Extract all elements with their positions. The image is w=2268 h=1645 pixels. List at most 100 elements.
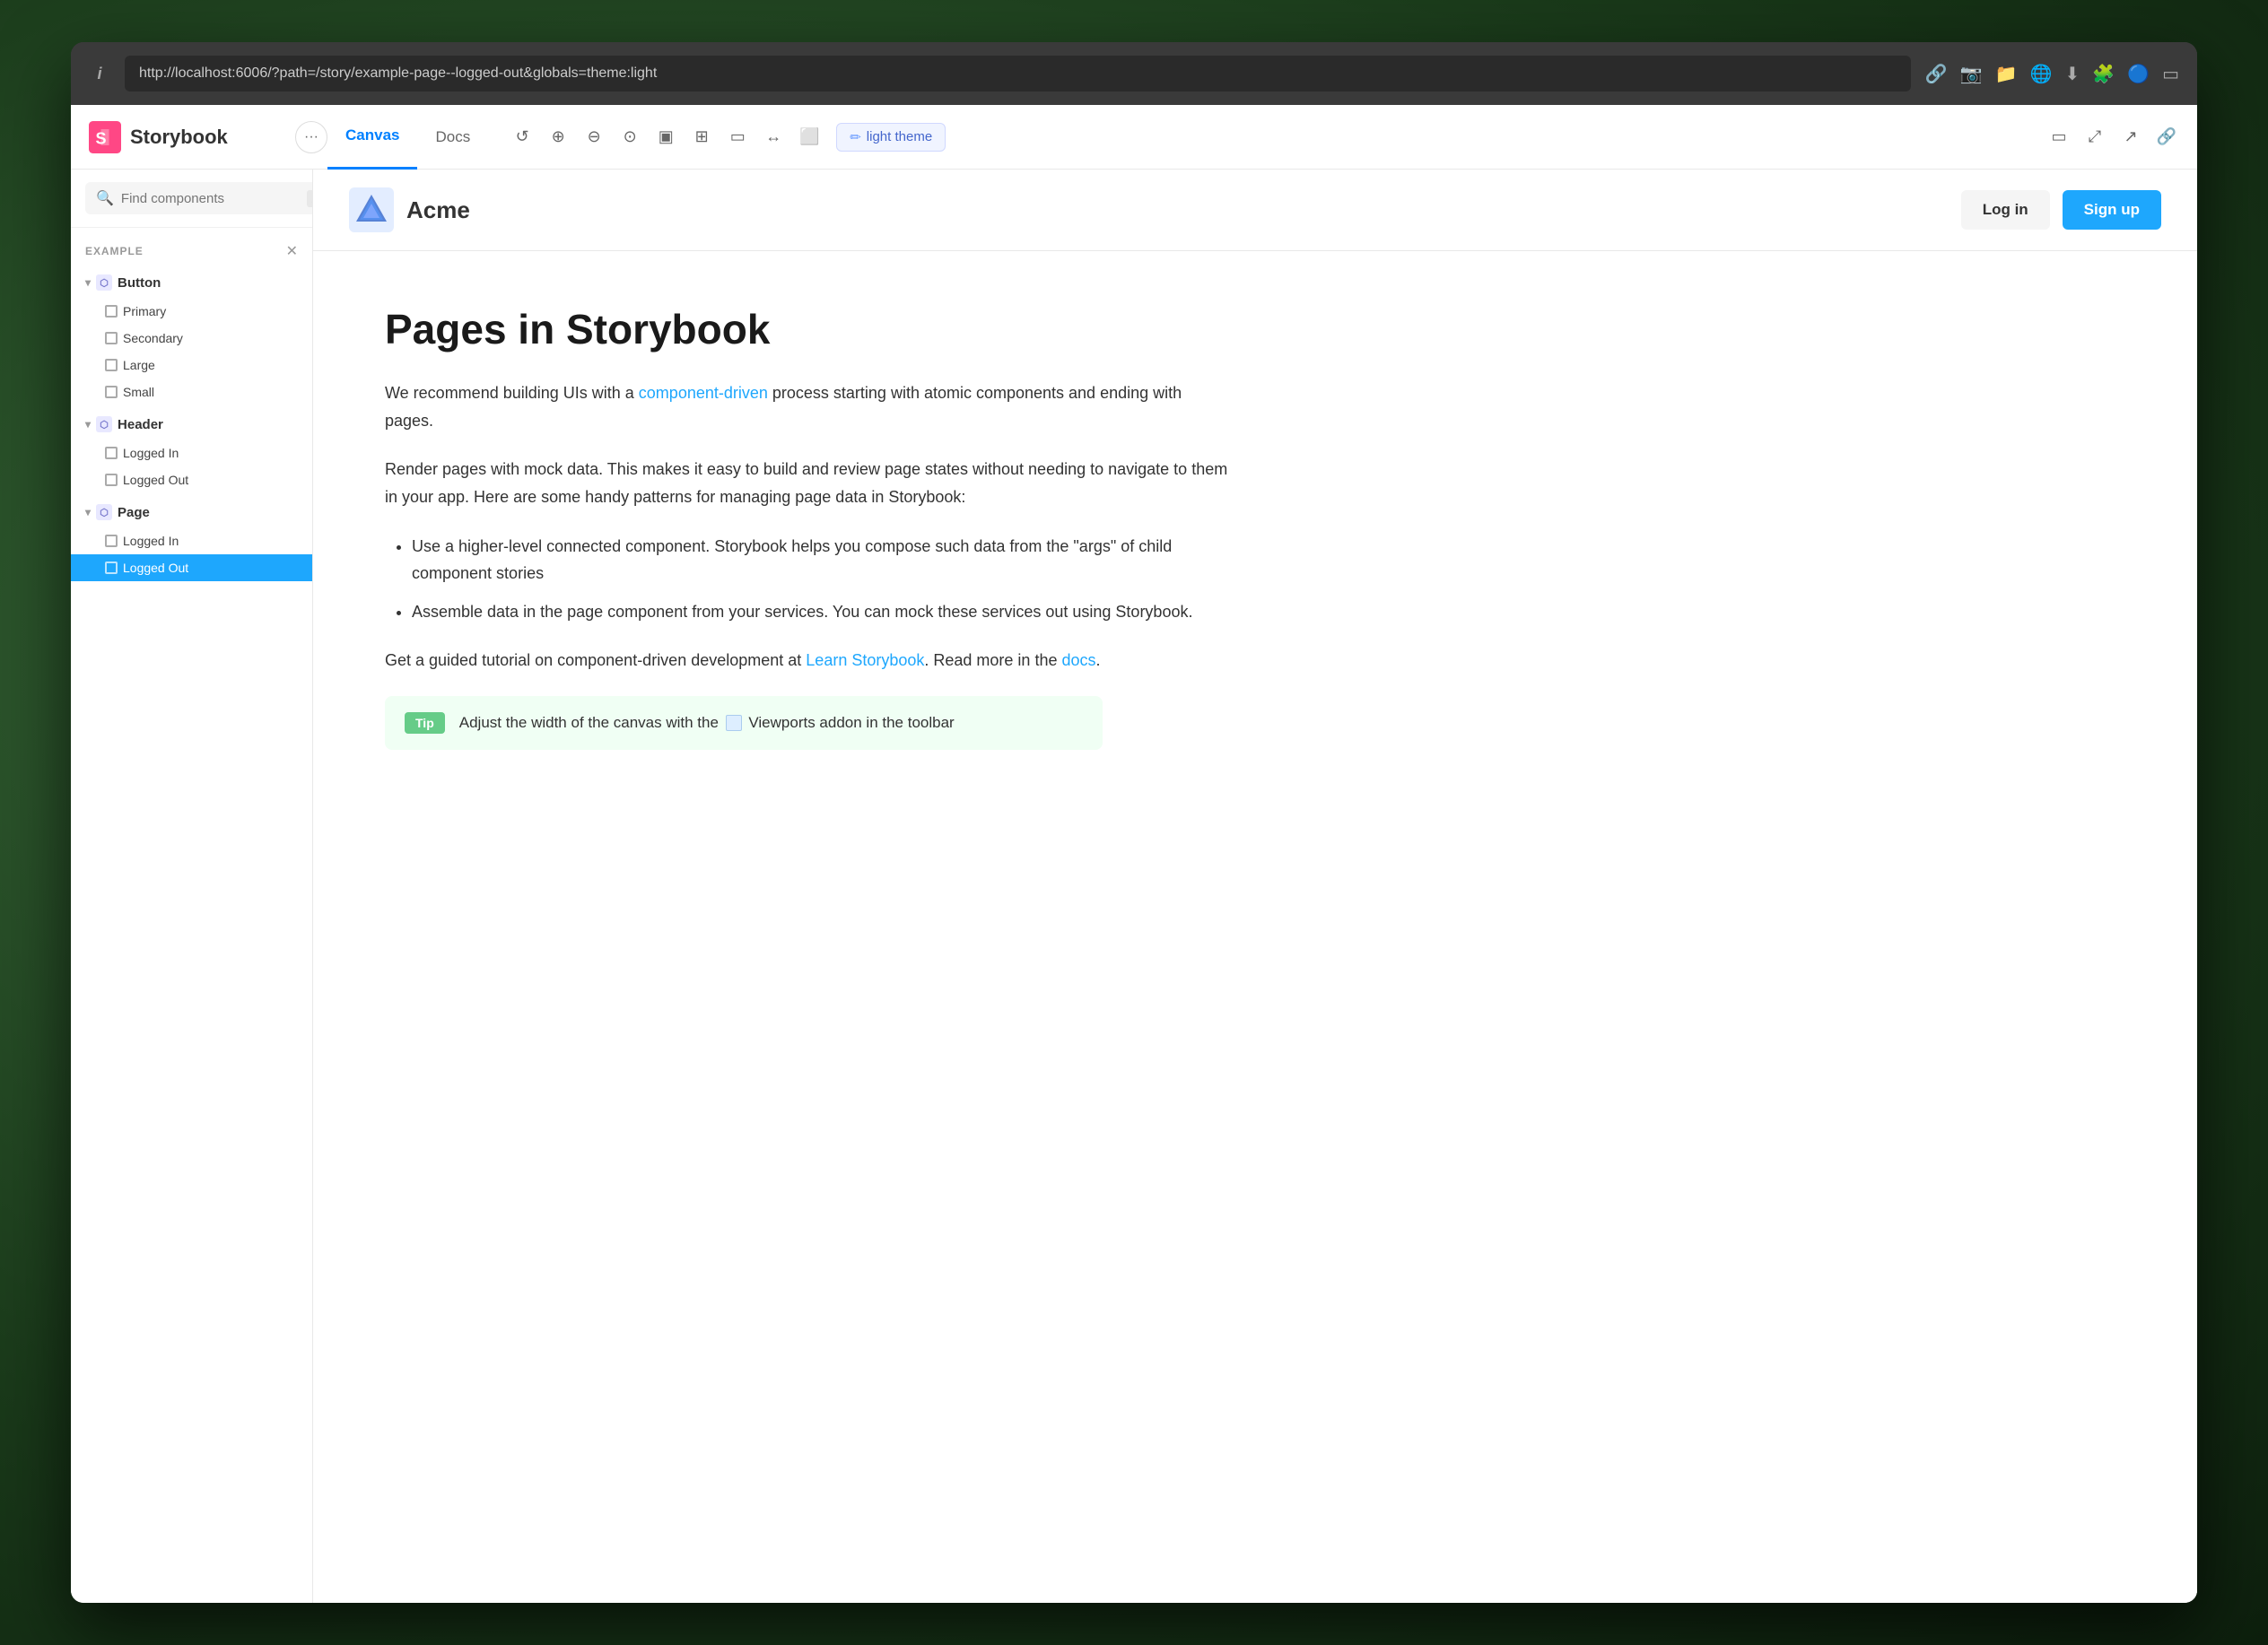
component-driven-link[interactable]: component-driven <box>639 384 768 402</box>
page-paragraph-2: Render pages with mock data. This makes … <box>385 456 1228 510</box>
nav-item-label: Logged Out <box>123 473 188 487</box>
tip-text-before: Adjust the width of the canvas with the <box>459 714 723 731</box>
app-area: S Storybook ··· Canvas Docs ↺ ⊕ ⊖ ⊙ ▣ ⊞ … <box>71 105 2197 1603</box>
story-icon <box>105 386 118 398</box>
learn-storybook-link[interactable]: Learn Storybook <box>806 651 924 669</box>
nav-item-header-loggedout[interactable]: Logged Out <box>71 466 312 493</box>
camera-icon[interactable]: 📷 <box>1960 63 1983 85</box>
nav-item-page-loggedin[interactable]: Logged In <box>71 527 312 554</box>
zoom-in-icon-btn[interactable]: ⊕ <box>542 121 574 153</box>
svg-text:S: S <box>96 129 107 147</box>
toolbar-icons: ↺ ⊕ ⊖ ⊙ ▣ ⊞ ▭ ↔ ⬜ ✏ light theme <box>506 121 946 153</box>
nav-item-page-loggedout[interactable]: Logged Out <box>71 554 312 581</box>
search-input-wrap[interactable]: 🔍 / <box>85 182 313 214</box>
browser-window: i http://localhost:6006/?path=/story/exa… <box>71 42 2197 1603</box>
viewport-icon <box>726 715 742 731</box>
browser-chrome: i http://localhost:6006/?path=/story/exa… <box>71 42 2197 105</box>
tab-canvas[interactable]: Canvas <box>327 105 417 170</box>
info-icon: i <box>89 65 110 83</box>
page-paragraph-1: We recommend building UIs with a compone… <box>385 379 1228 434</box>
nav-item-button-large[interactable]: Large <box>71 352 312 379</box>
component-icon: ⬡ <box>96 416 112 432</box>
tip-text: Adjust the width of the canvas with the … <box>459 714 955 732</box>
sidebar-toggle-icon[interactable]: ▭ <box>2162 63 2179 85</box>
nav-group-page: ▾ ⬡ Page Logged In Logged Out <box>71 497 312 581</box>
story-icon <box>105 332 118 344</box>
fullscreen-icon-btn[interactable]: ⬜ <box>793 121 825 153</box>
copy-link-btn[interactable]: 🔗 <box>2150 121 2183 153</box>
storybook-menu-button[interactable]: ··· <box>295 121 327 153</box>
story-icon <box>105 305 118 318</box>
login-button[interactable]: Log in <box>1961 190 2050 230</box>
nav-item-label: Logged In <box>123 534 179 548</box>
chevron-down-icon: ▾ <box>85 276 91 289</box>
search-bar: 🔍 / <box>71 170 312 228</box>
desktop-view-btn[interactable]: ▭ <box>2043 121 2075 153</box>
canvas-area: Acme Log in Sign up Pages in Storybook W… <box>313 170 2197 1603</box>
download-icon[interactable]: ⬇ <box>2065 63 2080 85</box>
nav-group-header-label: Header <box>118 417 163 432</box>
nav-item-label: Logged In <box>123 446 179 460</box>
padding-icon-btn[interactable]: ▭ <box>721 121 754 153</box>
storybook-header: S Storybook ··· Canvas Docs ↺ ⊕ ⊖ ⊙ ▣ ⊞ … <box>71 105 2197 170</box>
nav-group-button-header[interactable]: ▾ ⬡ Button <box>71 267 312 298</box>
theme-label: light theme <box>867 129 932 144</box>
search-shortcut: / <box>307 190 313 207</box>
nav-item-label: Primary <box>123 304 166 318</box>
zoom-out-icon-btn[interactable]: ⊖ <box>578 121 610 153</box>
link-icon[interactable]: 🔗 <box>1925 63 1948 85</box>
storybook-logo-area: S Storybook ··· <box>85 121 327 153</box>
reload-icon-btn[interactable]: ↺ <box>506 121 538 153</box>
nav-item-button-primary[interactable]: Primary <box>71 298 312 325</box>
signup-button[interactable]: Sign up <box>2063 190 2161 230</box>
nav-group-page-header[interactable]: ▾ ⬡ Page <box>71 497 312 527</box>
docs-link[interactable]: docs <box>1061 651 1095 669</box>
chevron-down-icon: ▾ <box>85 506 91 518</box>
page-paragraph-3: Get a guided tutorial on component-drive… <box>385 647 1228 675</box>
paragraph3-after: . Read more in the <box>924 651 1061 669</box>
nav-item-button-secondary[interactable]: Secondary <box>71 325 312 352</box>
story-icon <box>105 447 118 459</box>
nav-item-label: Secondary <box>123 331 183 345</box>
nav-group-header-header[interactable]: ▾ ⬡ Header <box>71 409 312 440</box>
search-icon: 🔍 <box>96 189 114 207</box>
storybook-logo-icon: S <box>89 121 121 153</box>
storybook-title: Storybook <box>130 126 228 149</box>
nav-item-header-loggedin[interactable]: Logged In <box>71 440 312 466</box>
paragraph3-end: . <box>1096 651 1101 669</box>
folder-icon[interactable]: 📁 <box>1995 63 2018 85</box>
nav-section-label: EXAMPLE <box>85 245 144 257</box>
responsive-icon-btn[interactable]: ↔ <box>757 121 789 153</box>
acme-logo-icon <box>349 187 394 232</box>
globe-icon[interactable]: 🌐 <box>2030 63 2053 85</box>
tip-badge: Tip <box>405 712 445 734</box>
fullscreen-btn[interactable]: ⤢ <box>2079 121 2111 153</box>
nav-group-button-label: Button <box>118 275 161 291</box>
background-icon-btn[interactable]: ▣ <box>650 121 682 153</box>
search-input[interactable] <box>121 191 300 206</box>
address-bar[interactable]: http://localhost:6006/?path=/story/examp… <box>125 56 1911 91</box>
toolbar-area: Canvas Docs ↺ ⊕ ⊖ ⊙ ▣ ⊞ ▭ ↔ ⬜ ✏ light th… <box>327 105 2183 170</box>
acme-title: Acme <box>406 196 470 224</box>
nav-close-button[interactable]: ✕ <box>286 242 298 260</box>
nav-group-header: ▾ ⬡ Header Logged In Logged Out <box>71 409 312 493</box>
list-item: Assemble data in the page component from… <box>412 598 1228 626</box>
tip-box: Tip Adjust the width of the canvas with … <box>385 696 1103 750</box>
nav-item-button-small[interactable]: Small <box>71 379 312 405</box>
grid-icon-btn[interactable]: ⊞ <box>685 121 718 153</box>
tab-docs[interactable]: Docs <box>417 105 488 170</box>
paragraph1-before: We recommend building UIs with a <box>385 384 639 402</box>
theme-button[interactable]: ✏ light theme <box>836 123 946 152</box>
story-icon <box>105 474 118 486</box>
nav-section-header: EXAMPLE ✕ <box>71 235 312 267</box>
shield-icon[interactable]: 🔵 <box>2127 63 2150 85</box>
reset-zoom-icon-btn[interactable]: ⊙ <box>614 121 646 153</box>
page-list: Use a higher-level connected component. … <box>385 533 1228 626</box>
page-actions: Log in Sign up <box>1961 190 2161 230</box>
paragraph3-before: Get a guided tutorial on component-drive… <box>385 651 806 669</box>
list-item: Use a higher-level connected component. … <box>412 533 1228 588</box>
nav-item-label: Small <box>123 385 154 399</box>
sidebar: 🔍 / EXAMPLE ✕ ▾ ⬡ Bu <box>71 170 313 1603</box>
open-new-tab-btn[interactable]: ↗ <box>2115 121 2147 153</box>
extension-icon[interactable]: 🧩 <box>2092 63 2115 85</box>
